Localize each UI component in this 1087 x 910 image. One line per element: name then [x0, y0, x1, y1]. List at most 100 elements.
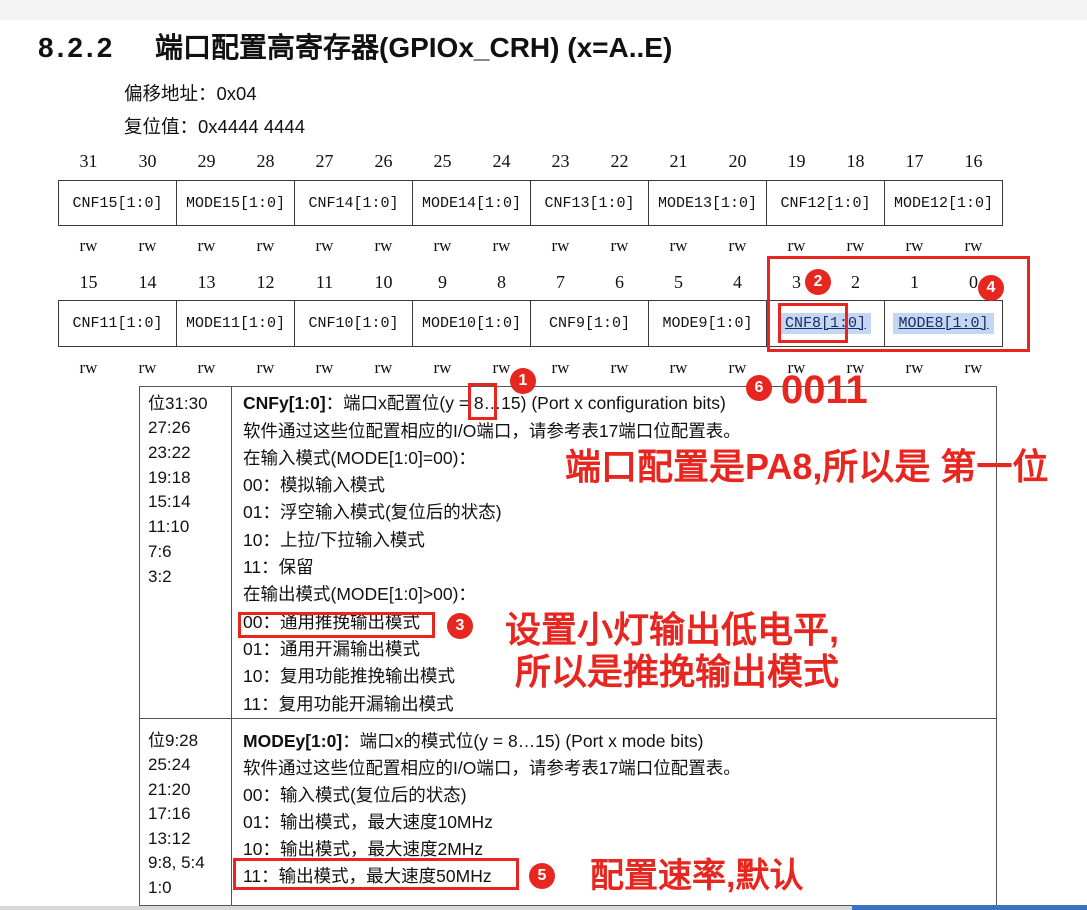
description-line: 在输出模式(MODE[1:0]>00)： [243, 584, 476, 605]
register-field-name: MODE12[1:0] [893, 194, 994, 212]
access-type: rw [138, 358, 157, 377]
access-type: rw [315, 358, 334, 377]
access-type: rw [669, 358, 688, 377]
bit-number: 5 [674, 272, 683, 292]
bit-number: 4 [733, 272, 742, 292]
section-number: 8.2.2 [38, 32, 116, 63]
annotation-badge-4: 4 [978, 275, 1004, 301]
access-type: rw [256, 236, 275, 255]
access-type: rw [374, 358, 393, 377]
access-type: rw [138, 236, 157, 255]
register-field-cell: MODE11[1:0] [177, 301, 295, 346]
bit-number: 26 [374, 151, 393, 171]
bit-number: 20 [728, 151, 747, 171]
bit-number: 22 [610, 151, 629, 171]
cnf-heading-text: ：端口x配置位(y = 8…15) (Port x configuration … [325, 393, 726, 414]
bit-range: 位9:28 [148, 730, 199, 750]
section-title: 端口配置高寄存器(GPIOx_CRH) (x=A..E) [155, 32, 673, 63]
access-type: rw [964, 236, 983, 255]
bit-range: 25:24 [148, 755, 191, 775]
cnf-bit-ranges: 位31:30 27:26 23:22 19:18 15:14 11:10 7:6 3:2 [140, 387, 232, 718]
annotation-badge-5: 5 [529, 863, 555, 889]
register-field-cell: CNF15[1:0] [59, 181, 177, 225]
annotation-note-mode-line1: 设置小灯输出低电平, [505, 609, 840, 650]
bit-range: 21:20 [148, 779, 191, 799]
register-field-cell: MODE9[1:0] [649, 301, 767, 346]
bit-number: 6 [615, 272, 624, 292]
bit-number: 9 [438, 272, 447, 292]
register-field-cell: CNF12[1:0] [767, 181, 885, 225]
access-type: rw [79, 236, 98, 255]
description-line: 11：复用功能开漏输出模式 [243, 693, 454, 714]
bit-number: 31 [79, 151, 98, 171]
register-field-name: CNF11[1:0] [72, 315, 163, 332]
document-page: 8.2.2 端口配置高寄存器(GPIOx_CRH) (x=A..E) 偏移地址：… [0, 0, 1087, 910]
access-type: rw [551, 358, 570, 377]
register-field-cell: CNF14[1:0] [295, 181, 413, 225]
register-field-name: MODE13[1:0] [657, 194, 758, 212]
bottom-bar-accent [852, 905, 1087, 910]
register-field-name: MODE10[1:0] [421, 315, 522, 332]
annotation-badge-1: 1 [510, 368, 536, 394]
register-field-name: MODE15[1:0] [185, 194, 286, 212]
bit-number: 29 [197, 151, 216, 171]
bit-range: 23:22 [148, 443, 191, 462]
mode-field-name: MODEy[1:0] [243, 730, 343, 751]
access-type: rw [374, 236, 393, 255]
register-field-name: CNF15[1:0] [72, 194, 163, 212]
access-type: rw [964, 358, 983, 377]
access-type: rw [492, 236, 511, 255]
cnf-field-name: CNFy[1:0] [243, 393, 326, 414]
register-field-name: CNF13[1:0] [544, 194, 635, 212]
description-line: 00：输入模式(复位后的状态) [243, 784, 467, 805]
annotation-badge-2: 2 [805, 269, 831, 295]
bit-range: 17:16 [148, 804, 191, 824]
bit-range: 13:12 [148, 828, 191, 848]
access-type: rw [905, 358, 924, 377]
description-line: 10：上拉/下拉输入模式 [243, 529, 425, 550]
access-type: rw [433, 236, 452, 255]
annotation-badge-6: 6 [746, 375, 772, 401]
bit-number: 25 [433, 151, 452, 171]
bit-number: 12 [256, 272, 275, 292]
cnf-heading: CNFy[1:0]：端口x配置位(y = 8…15) (Port x confi… [243, 390, 996, 417]
description-line: 11：保留 [243, 557, 314, 578]
bit-number: 10 [374, 272, 393, 292]
annotation-value-0011: 0011 [781, 368, 868, 412]
register-field-cell: MODE15[1:0] [177, 181, 295, 225]
upper-access-row: rw rw rw rw rw rw rw rw rw rw rw rw rw rw rw rw [59, 234, 1003, 258]
annotation-note-speed: 配置速率,默认 [590, 857, 804, 895]
upper-register-fields: CNF15[1:0] MODE15[1:0] CNF14[1:0] MODE14[1:… [58, 180, 1003, 226]
annotation-badge-3: 3 [447, 613, 473, 639]
access-type: rw [669, 236, 688, 255]
access-type: rw [433, 358, 452, 377]
register-field-cell: MODE14[1:0] [413, 181, 531, 225]
access-type: rw [256, 358, 275, 377]
access-type: rw [315, 236, 334, 255]
register-field-name: CNF12[1:0] [780, 194, 871, 212]
description-line: 01：浮空输入模式(复位后的状态) [243, 502, 502, 523]
bit-range: 19:18 [148, 467, 191, 487]
register-field-name: MODE11[1:0] [185, 315, 286, 332]
annotation-box-y8 [468, 383, 497, 420]
bit-range: 位31:30 [148, 393, 208, 413]
access-type: rw [79, 358, 98, 377]
register-field-cell: MODE10[1:0] [413, 301, 531, 346]
register-field-name: CNF14[1:0] [308, 194, 399, 212]
reset-value: 复位值：0x4444 4444 [124, 116, 305, 137]
bit-number: 13 [197, 272, 216, 292]
bit-number: 8 [497, 272, 506, 292]
bit-number: 11 [315, 272, 334, 292]
register-field-name: CNF9[1:0] [548, 315, 630, 332]
bit-number: 14 [138, 272, 157, 292]
bit-number: 7 [556, 272, 565, 292]
annotation-box-50mhz [233, 858, 519, 890]
annotation-box-cnf8 [778, 303, 848, 343]
bit-number: 18 [846, 151, 865, 171]
bit-number: 21 [669, 151, 688, 171]
bit-number: 24 [492, 151, 511, 171]
register-field-cell: CNF10[1:0] [295, 301, 413, 346]
bit-range: 27:26 [148, 418, 191, 438]
access-type: rw [728, 236, 747, 255]
access-type: rw [905, 236, 924, 255]
